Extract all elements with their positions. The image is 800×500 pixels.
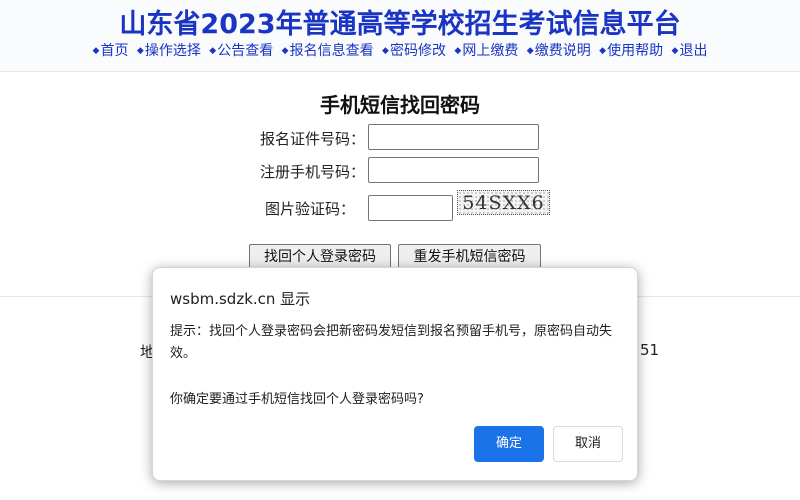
dialog-message: 提示：找回个人登录密码会把新密码发短信到报名预留手机号，原密码自动失效。 (170, 324, 613, 361)
dialog-cancel-button[interactable]: 取消 (553, 426, 623, 462)
confirm-dialog: wsbm.sdzk.cn 显示 提示：找回个人登录密码会把新密码发短信到报名预留… (152, 267, 638, 481)
dialog-ok-button[interactable]: 确定 (474, 426, 544, 462)
dialog-question: 你确定要通过手机短信找回个人登录密码吗? (170, 392, 424, 407)
dialog-title: wsbm.sdzk.cn 显示 (170, 290, 311, 308)
